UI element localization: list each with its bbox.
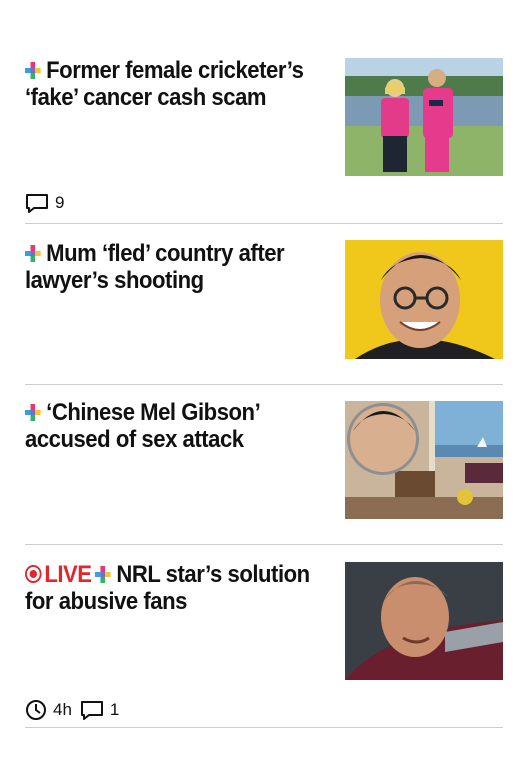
story-thumbnail[interactable]: [345, 240, 503, 359]
plus-icon: [25, 62, 41, 79]
story-thumbnail[interactable]: [345, 562, 503, 680]
story-card[interactable]: Mum ‘fled’ country after lawyer’s shooti…: [0, 224, 530, 385]
timestamp: 4h: [25, 699, 72, 721]
comment-count[interactable]: 9: [25, 193, 64, 213]
comment-count-text: 1: [109, 700, 120, 719]
clock-icon: [26, 700, 46, 720]
comment-count-text: 9: [55, 193, 65, 212]
headline-text: Former female cricketer’s ‘fake’ cancer …: [25, 57, 304, 111]
news-feed: Former female cricketer’s ‘fake’ cancer …: [0, 0, 530, 767]
story-meta: 9: [25, 193, 72, 213]
live-label: LIVE: [44, 561, 92, 588]
comment-count[interactable]: 1: [80, 700, 119, 720]
plus-icon: [25, 245, 41, 262]
comment-icon: [26, 194, 48, 213]
timestamp-text: 4h: [53, 700, 72, 719]
story-card[interactable]: LIVE NRL star’s solution for abusive fans…: [0, 544, 530, 728]
story-headline[interactable]: ‘Chinese Mel Gibson’ accused of sex atta…: [25, 399, 310, 453]
divider: [25, 727, 503, 728]
story-headline[interactable]: Former female cricketer’s ‘fake’ cancer …: [25, 57, 310, 111]
story-headline[interactable]: Mum ‘fled’ country after lawyer’s shooti…: [25, 240, 310, 294]
comment-icon: [80, 701, 103, 720]
headline-text: Mum ‘fled’ country after lawyer’s shooti…: [25, 240, 285, 294]
story-meta: 4h 1: [25, 699, 127, 721]
story-headline[interactable]: LIVE NRL star’s solution for abusive fans: [25, 561, 310, 615]
headline-text: ‘Chinese Mel Gibson’ accused of sex atta…: [25, 399, 260, 453]
story-card[interactable]: ‘Chinese Mel Gibson’ accused of sex atta…: [0, 384, 530, 545]
story-card[interactable]: Former female cricketer’s ‘fake’ cancer …: [0, 0, 530, 224]
plus-icon: [95, 566, 111, 583]
story-thumbnail[interactable]: [345, 401, 503, 519]
live-badge: LIVE: [25, 561, 92, 588]
live-dot-icon: [25, 565, 42, 583]
story-thumbnail[interactable]: [345, 58, 503, 176]
plus-icon: [25, 404, 41, 421]
